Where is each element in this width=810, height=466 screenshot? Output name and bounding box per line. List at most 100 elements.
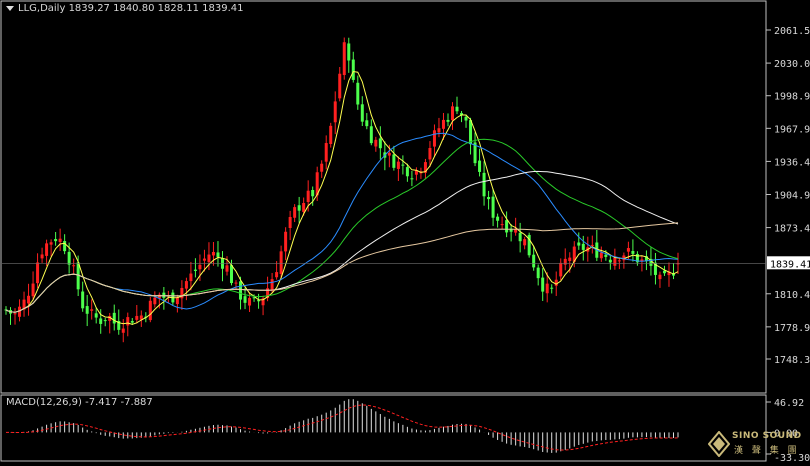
bull-candle [288, 217, 292, 228]
bear-candle [63, 241, 67, 252]
macd-tick-label: 46.92 [774, 398, 804, 409]
bull-candle [428, 148, 432, 160]
ma-slow-line [5, 222, 679, 313]
bull-candle [658, 274, 662, 280]
bear-candle [405, 167, 409, 177]
bear-candle [482, 172, 486, 197]
bull-candle [275, 272, 279, 278]
chart-title: LLG,Daily 1839.27 1840.80 1828.11 1839.4… [6, 3, 244, 14]
bear-candle [505, 220, 509, 233]
bull-candle [148, 300, 152, 321]
bull-candle [324, 143, 328, 162]
bear-candle [193, 269, 197, 271]
diamond-logo-icon [708, 431, 730, 457]
price-tick-label: 2061.50 [774, 26, 810, 37]
bear-candle [378, 138, 382, 149]
dropdown-triangle-icon[interactable] [6, 5, 14, 11]
bull-candle [121, 328, 125, 333]
bear-candle [491, 196, 495, 218]
bull-candle [58, 238, 62, 242]
bull-candle [211, 251, 215, 256]
bull-candle [234, 282, 238, 284]
bull-candle [342, 42, 346, 76]
main-panel-frame [0, 0, 767, 394]
bull-candle [333, 101, 337, 123]
bear-candle [243, 296, 247, 303]
bull-candle [153, 297, 157, 305]
bear-candle [54, 239, 58, 242]
bear-candle [356, 82, 360, 105]
bull-candle [374, 139, 378, 147]
bull-candle [36, 262, 40, 284]
bear-candle [662, 270, 666, 274]
candles-layer [4, 37, 680, 343]
bull-candle [184, 281, 188, 289]
bull-candle [441, 119, 445, 129]
bull-candle [126, 317, 130, 326]
bull-candle [559, 262, 563, 277]
bear-candle [608, 259, 612, 263]
bear-candle [581, 243, 585, 250]
bull-candle [49, 242, 53, 245]
bull-candle [568, 257, 572, 261]
bull-candle [563, 258, 567, 265]
bear-candle [99, 318, 103, 324]
bear-candle [464, 116, 468, 121]
bear-candle [67, 251, 71, 265]
bull-candle [554, 279, 558, 286]
bear-candle [112, 312, 116, 324]
bull-candle [437, 128, 441, 133]
bear-candle [103, 320, 107, 322]
price-tick-label: 1998.95 [774, 92, 810, 103]
ohlc-values: 1839.27 1840.80 1828.11 1839.41 [68, 3, 244, 14]
price-tick-label: 1748.30 [774, 355, 810, 366]
bull-candle [302, 203, 306, 212]
bear-candle [130, 320, 134, 323]
logo-chinese: 漢 聲 集 團 [734, 446, 800, 456]
chart-canvas[interactable]: 46.920.00-33.306 2061.502030.001998.9519… [0, 0, 810, 464]
bull-candle [72, 265, 76, 267]
bear-candle [631, 251, 635, 254]
price-tick-label: 1873.40 [774, 224, 810, 235]
bull-candle [175, 297, 179, 305]
bear-candle [487, 197, 491, 200]
bear-candle [365, 120, 369, 127]
macd-title: MACD(12,26,9) -7.417 -7.887 [6, 397, 153, 408]
bull-candle [31, 283, 35, 297]
bull-candle [27, 295, 31, 304]
bull-candle [523, 239, 527, 246]
bear-candle [392, 154, 396, 168]
bear-candle [81, 291, 85, 309]
price-tick-label: 1967.90 [774, 124, 810, 135]
bear-candle [536, 267, 540, 279]
bull-candle [545, 283, 549, 294]
bull-candle [279, 251, 283, 274]
bull-candle [626, 248, 630, 252]
bear-candle [369, 126, 373, 144]
bull-candle [613, 257, 617, 266]
bear-candle [297, 205, 301, 211]
bear-candle [410, 178, 414, 180]
bull-candle [284, 231, 288, 252]
price-tick-label: 2030.00 [774, 59, 810, 70]
bull-candle [13, 313, 17, 315]
bull-candle [18, 306, 22, 317]
bear-candle [550, 287, 554, 289]
bull-candle [387, 152, 391, 156]
price-tick-label: 1936.40 [774, 157, 810, 168]
bull-candle [599, 252, 603, 259]
bull-candle [617, 260, 621, 262]
bull-candle [432, 130, 436, 147]
ma-blue-line [5, 132, 679, 313]
bear-candle [360, 104, 364, 122]
bull-candle [320, 163, 324, 172]
moving-averages-layer [5, 70, 679, 325]
bear-candle [496, 216, 500, 221]
bull-candle [248, 297, 252, 306]
chart-window[interactable]: 46.920.00-33.306 2061.502030.001998.9519… [0, 0, 810, 464]
bear-candle [216, 252, 220, 257]
current-price-label: 1839.41 [770, 259, 810, 270]
bull-candle [396, 161, 400, 169]
bull-candle [293, 207, 297, 218]
logo-name: SINO SOUND [732, 431, 802, 441]
